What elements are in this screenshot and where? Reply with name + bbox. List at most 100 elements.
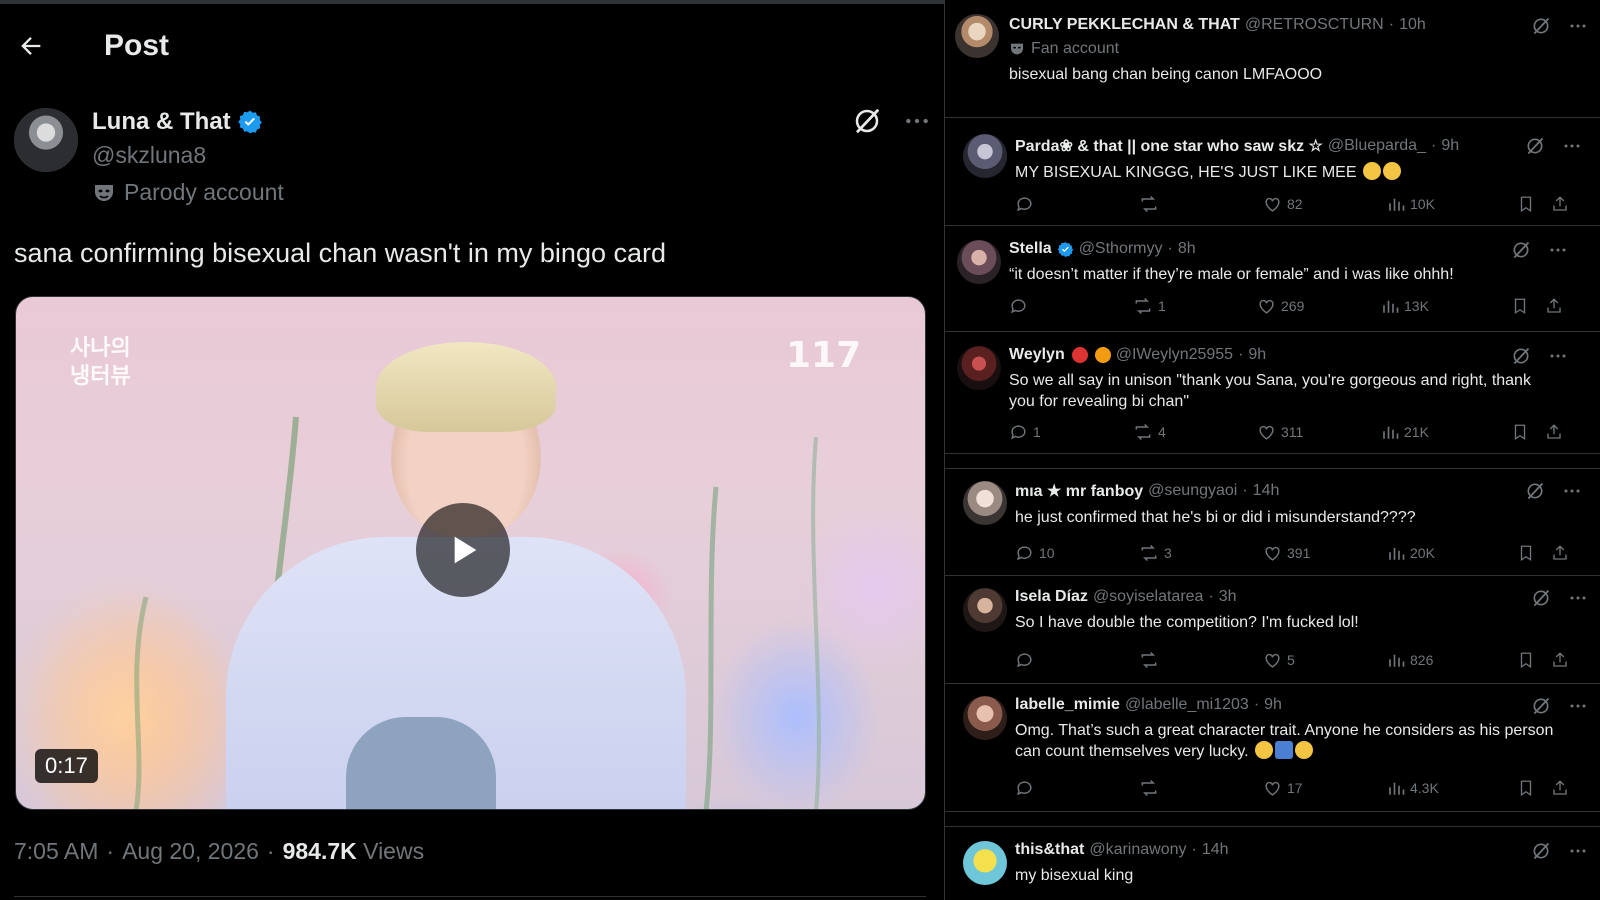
- reply-author-name[interactable]: Weylyn: [1009, 346, 1065, 364]
- reply-item[interactable]: CURLY PEKKLECHAN & THAT @RETROSCTURN · 1…: [945, 0, 1600, 118]
- post-video[interactable]: 사나의 냉터뷰 117 0:17: [15, 296, 926, 810]
- like-button[interactable]: 311: [1257, 423, 1381, 442]
- reply-author-name[interactable]: labelle_mimie: [1015, 696, 1120, 714]
- like-button[interactable]: 17: [1263, 779, 1387, 798]
- views-button[interactable]: 20K: [1387, 544, 1517, 562]
- views-button[interactable]: 4.3K: [1387, 779, 1517, 797]
- share-button[interactable]: [1545, 297, 1563, 315]
- bookmark-button[interactable]: [1517, 779, 1551, 797]
- more-icon[interactable]: [1569, 17, 1587, 35]
- grok-icon[interactable]: [1525, 136, 1545, 156]
- repost-button[interactable]: 1: [1133, 296, 1257, 316]
- like-button[interactable]: 82: [1263, 195, 1387, 214]
- bookmark-button[interactable]: [1517, 651, 1551, 669]
- grok-icon[interactable]: [1511, 240, 1531, 260]
- repost-button[interactable]: 3: [1139, 543, 1263, 563]
- grok-icon[interactable]: [1531, 841, 1551, 861]
- views-button[interactable]: 13K: [1381, 297, 1511, 315]
- avatar[interactable]: [963, 481, 1007, 525]
- like-button[interactable]: 269: [1257, 297, 1381, 316]
- reply-time[interactable]: 14h: [1202, 841, 1229, 859]
- more-icon[interactable]: [1569, 697, 1587, 715]
- reply-item[interactable]: this&that @karinawony · 14h my bisexual …: [945, 826, 1600, 900]
- grok-icon[interactable]: [1531, 696, 1551, 716]
- reply-time[interactable]: 10h: [1399, 16, 1426, 34]
- more-icon[interactable]: [1549, 347, 1567, 365]
- more-icon[interactable]: [904, 108, 930, 134]
- reply-item[interactable]: Isela Díaz @soyiselatarea · 3h So I have…: [945, 576, 1600, 684]
- reply-button[interactable]: [1009, 297, 1133, 316]
- reply-author-handle[interactable]: @seungyaoi: [1148, 482, 1237, 500]
- avatar[interactable]: [955, 14, 999, 58]
- reply-button[interactable]: [1015, 779, 1139, 798]
- like-button[interactable]: 5: [1263, 651, 1387, 670]
- back-button[interactable]: [14, 29, 48, 63]
- share-button[interactable]: [1551, 195, 1569, 213]
- reply-button[interactable]: 1: [1009, 423, 1133, 442]
- reply-item[interactable]: mıa ★ mr fanboy @seungyaoi · 14h he just…: [945, 468, 1600, 576]
- more-icon[interactable]: [1563, 137, 1581, 155]
- more-icon[interactable]: [1569, 842, 1587, 860]
- reply-author-handle[interactable]: @IWeylyn25955: [1116, 346, 1233, 364]
- reply-time[interactable]: 8h: [1178, 240, 1196, 258]
- grok-icon[interactable]: [1511, 346, 1531, 366]
- reply-author-handle[interactable]: @soyiselatarea: [1093, 588, 1204, 606]
- reply-author-handle[interactable]: @labelle_mi1203: [1125, 696, 1249, 714]
- avatar[interactable]: [963, 696, 1007, 740]
- reply-button[interactable]: 10: [1015, 544, 1139, 563]
- reply-time[interactable]: 3h: [1219, 588, 1237, 606]
- reply-button[interactable]: [1015, 651, 1139, 670]
- bookmark-button[interactable]: [1517, 195, 1551, 213]
- reply-time[interactable]: 9h: [1441, 137, 1459, 155]
- avatar[interactable]: [14, 108, 78, 172]
- reply-item[interactable]: labelle_mimie @labelle_mi1203 · 9h Omg. …: [945, 684, 1600, 812]
- grok-icon[interactable]: [852, 106, 882, 136]
- avatar[interactable]: [963, 841, 1007, 885]
- repost-button[interactable]: 4: [1133, 422, 1257, 442]
- like-button[interactable]: 391: [1263, 544, 1387, 563]
- share-button[interactable]: [1551, 779, 1569, 797]
- grok-icon[interactable]: [1531, 588, 1551, 608]
- repost-button[interactable]: [1139, 650, 1263, 670]
- more-icon[interactable]: [1549, 241, 1567, 259]
- post-date[interactable]: Aug 20, 2026: [122, 838, 259, 865]
- reply-author-handle[interactable]: @RETROSCTURN: [1245, 16, 1384, 34]
- reply-item[interactable]: Parda❀ & that || one star who saw skz ☆ …: [945, 122, 1600, 226]
- reply-author-name[interactable]: Stella: [1009, 240, 1052, 258]
- reply-button[interactable]: [1015, 195, 1139, 214]
- views-button[interactable]: 826: [1387, 651, 1517, 669]
- reply-author-handle[interactable]: @Sthormyy: [1079, 240, 1163, 258]
- post-time[interactable]: 7:05 AM: [14, 838, 98, 865]
- reply-author-handle[interactable]: @Bluepardа_: [1328, 137, 1426, 155]
- grok-icon[interactable]: [1525, 481, 1545, 501]
- views-button[interactable]: 10K: [1387, 195, 1517, 213]
- share-button[interactable]: [1551, 651, 1569, 669]
- grok-icon[interactable]: [1531, 16, 1551, 36]
- more-icon[interactable]: [1569, 589, 1587, 607]
- bookmark-button[interactable]: [1511, 297, 1545, 315]
- reply-time[interactable]: 14h: [1253, 482, 1280, 500]
- reply-time[interactable]: 9h: [1264, 696, 1282, 714]
- bookmark-button[interactable]: [1517, 544, 1551, 562]
- avatar[interactable]: [957, 240, 1001, 284]
- author-handle[interactable]: @skzluna8: [92, 142, 284, 169]
- repost-button[interactable]: [1139, 194, 1263, 214]
- avatar[interactable]: [963, 134, 1007, 178]
- reply-author-handle[interactable]: @karinawony: [1089, 841, 1186, 859]
- reply-item[interactable]: Stella @Sthormyy · 8h “it doesn’t matter…: [945, 228, 1600, 332]
- share-button[interactable]: [1551, 544, 1569, 562]
- play-button[interactable]: [416, 503, 510, 597]
- reply-author-name[interactable]: this&that: [1015, 841, 1084, 859]
- views-button[interactable]: 21K: [1381, 423, 1511, 441]
- avatar[interactable]: [963, 588, 1007, 632]
- share-button[interactable]: [1545, 423, 1563, 441]
- bookmark-button[interactable]: [1511, 423, 1545, 441]
- reply-author-name[interactable]: Parda❀ & that || one star who saw skz ☆: [1015, 136, 1323, 156]
- avatar[interactable]: [957, 346, 1001, 390]
- reply-author-name[interactable]: Isela Díaz: [1015, 588, 1088, 606]
- reply-author-name[interactable]: CURLY PEKKLECHAN & THAT: [1009, 16, 1240, 34]
- more-icon[interactable]: [1563, 482, 1581, 500]
- author-name[interactable]: Luna & That: [92, 108, 231, 136]
- reply-time[interactable]: 9h: [1248, 346, 1266, 364]
- reply-item[interactable]: Weylyn @IWeylyn25955 · 9h So we all say …: [945, 334, 1600, 454]
